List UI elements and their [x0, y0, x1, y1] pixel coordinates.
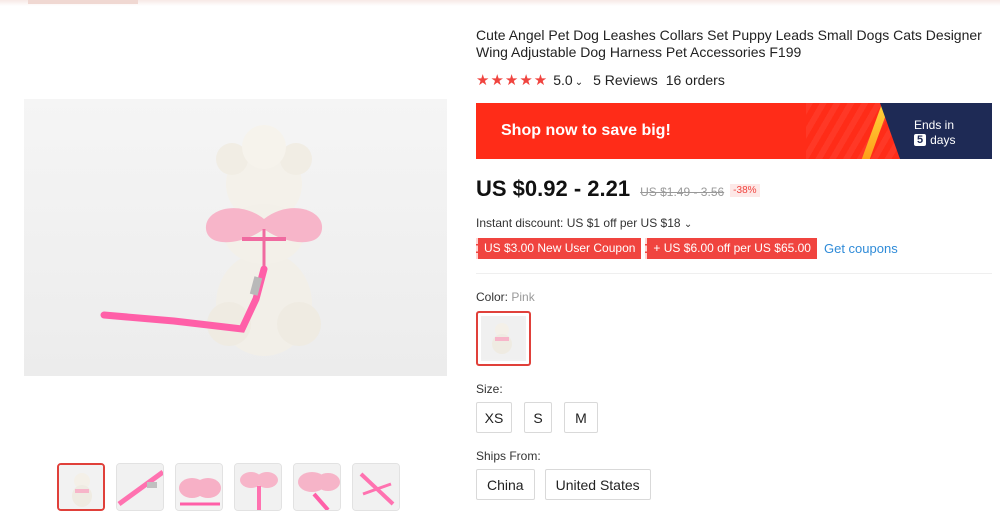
thumbnail-6[interactable]	[352, 463, 400, 511]
thumbnail-image	[176, 464, 222, 510]
main-product-image[interactable]	[24, 99, 447, 376]
promo-countdown: Ends in 5 days	[861, 103, 992, 159]
ends-in-unit: days	[930, 133, 956, 147]
rating-value[interactable]: 5.0 ⌄	[553, 72, 583, 88]
star-rating-icon: ★★★★★	[476, 72, 549, 89]
color-value: Pink	[511, 290, 535, 304]
original-price: US $1.49 - 3.56	[640, 185, 725, 199]
ships-from-china[interactable]: China	[476, 469, 535, 500]
thumbnail-image	[294, 464, 340, 510]
thumbnail-image	[235, 464, 281, 510]
thumbnail-1[interactable]	[57, 463, 105, 511]
ends-in-count: 5 days	[914, 133, 955, 147]
price-row: US $0.92 - 2.21 US $1.49 - 3.56 -38%	[476, 176, 760, 202]
color-swatch-pink[interactable]	[476, 311, 531, 366]
thumbnail-5[interactable]	[293, 463, 341, 511]
color-label: Color: Pink	[476, 290, 535, 304]
top-bar-shadow	[28, 0, 138, 4]
rating-number: 5.0	[553, 72, 573, 88]
promo-banner[interactable]: Shop now to save big! Ends in 5 days	[476, 103, 992, 159]
thumbnail-4[interactable]	[234, 463, 282, 511]
chevron-down-icon: ⌄	[683, 219, 693, 230]
size-option-xs[interactable]: XS	[476, 402, 512, 433]
orders-count: 16 orders	[665, 72, 725, 88]
top-bar	[0, 0, 1000, 6]
store-coupon[interactable]: + US $6.00 off per US $65.00	[645, 238, 817, 259]
thumbnail-image	[117, 464, 163, 510]
coupon-row: US $3.00 New User Coupon + US $6.00 off …	[476, 238, 898, 259]
reviews-link[interactable]: 5 Reviews	[593, 72, 658, 88]
ships-from-united-states[interactable]: United States	[544, 469, 651, 500]
swatch-thumbnail	[481, 316, 524, 359]
promo-wedge	[880, 103, 900, 159]
color-label-text: Color:	[476, 290, 509, 304]
ends-in-label: Ends in	[914, 118, 955, 132]
promo-text: Shop now to save big!	[501, 122, 671, 139]
discount-badge: -38%	[730, 184, 760, 197]
new-user-coupon[interactable]: US $3.00 New User Coupon	[476, 238, 642, 259]
product-title: Cute Angel Pet Dog Leashes Collars Set P…	[476, 27, 982, 60]
rating-row: ★★★★★ 5.0 ⌄ 5 Reviews 16 orders	[476, 71, 725, 89]
instant-discount-text: Instant discount: US $1 off per US $18	[476, 216, 681, 230]
instant-discount[interactable]: Instant discount: US $1 off per US $18 ⌄	[476, 216, 692, 230]
thumbnail-3[interactable]	[175, 463, 223, 511]
dog-photo	[100, 125, 323, 356]
thumbnail-image	[59, 465, 103, 509]
thumbnail-strip	[57, 463, 400, 511]
get-coupons-link[interactable]: Get coupons	[824, 241, 898, 256]
chevron-down-icon: ⌄	[574, 77, 584, 88]
divider	[476, 273, 992, 274]
swatch-image	[481, 316, 526, 361]
size-options: XS S M	[476, 402, 598, 433]
thumbnail-image	[353, 464, 399, 510]
size-option-m[interactable]: M	[564, 402, 598, 433]
ships-from-label: Ships From:	[476, 449, 541, 463]
ends-in-number: 5	[914, 134, 927, 146]
size-label: Size:	[476, 382, 503, 396]
current-price: US $0.92 - 2.21	[476, 176, 631, 201]
size-option-s[interactable]: S	[524, 402, 552, 433]
ships-from-options: China United States	[476, 469, 651, 500]
thumbnail-2[interactable]	[116, 463, 164, 511]
